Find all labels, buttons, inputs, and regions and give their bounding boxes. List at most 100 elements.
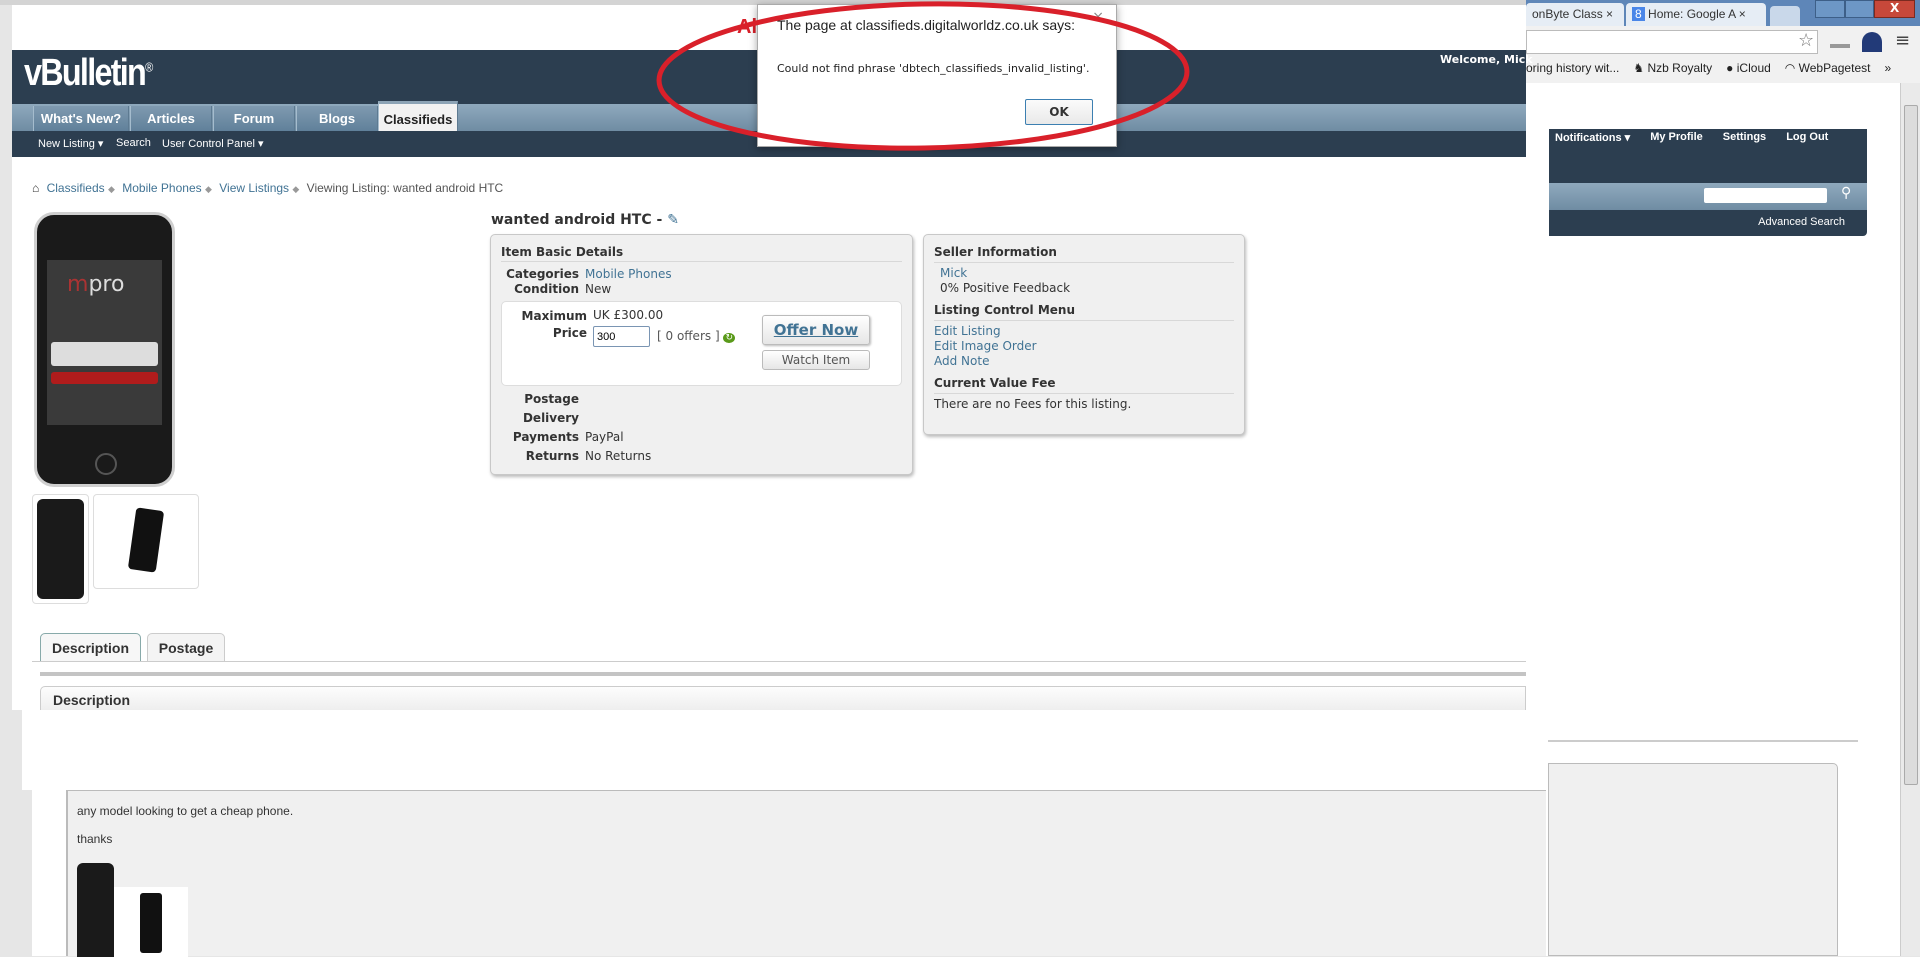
tab-forum[interactable]: Forum: [213, 106, 295, 131]
breadcrumb-separator-icon: ◆: [107, 184, 115, 194]
more-bookmarks[interactable]: »: [1884, 61, 1891, 75]
breadcrumb-current: Viewing Listing: wanted android HTC: [306, 181, 504, 195]
vbulletin-logo[interactable]: vBulletin®: [24, 52, 153, 95]
restore-button[interactable]: [1844, 0, 1875, 18]
listing-main-image[interactable]: mpro: [34, 212, 175, 487]
user-links: Notifications ▾ My Profile Settings Log …: [1555, 131, 1828, 144]
welcome-label: Welcome,: [1440, 53, 1501, 66]
dialog-close-icon[interactable]: ×: [1092, 9, 1104, 25]
add-note-link[interactable]: Add Note: [934, 354, 989, 368]
welcome-username[interactable]: Mick: [1504, 53, 1533, 66]
page-band: [22, 710, 1526, 790]
condition-value: New: [585, 282, 612, 296]
new-tab-button[interactable]: [1770, 6, 1800, 26]
description-image[interactable]: [77, 863, 114, 957]
address-bar[interactable]: [1526, 30, 1818, 54]
divider: [40, 672, 1526, 676]
site-header-right: Notifications ▾ My Profile Settings Log …: [1549, 129, 1867, 236]
star-icon[interactable]: ☆: [1798, 30, 1814, 51]
alert-dialog: The page at classifieds.digitalworldz.co…: [757, 4, 1117, 147]
tab-title: onByte Class: [1532, 7, 1603, 21]
logout-link[interactable]: Log Out: [1786, 131, 1828, 144]
overlay-text: Al: [737, 16, 757, 38]
breadcrumb-mobile-phones[interactable]: Mobile Phones: [122, 181, 201, 195]
close-window-button[interactable]: X: [1874, 0, 1915, 18]
dialog-message: Could not find phrase 'dbtech_classified…: [777, 62, 1090, 75]
tab-classifieds[interactable]: Classifieds: [378, 101, 458, 131]
bookmark[interactable]: ◠ WebPagetest: [1785, 61, 1871, 75]
dialog-title: The page at classifieds.digitalworldz.co…: [777, 17, 1076, 33]
seller-feedback: 0% Positive Feedback: [940, 281, 1071, 295]
offer-amount-input[interactable]: [593, 326, 650, 347]
my-profile-link[interactable]: My Profile: [1650, 131, 1703, 144]
bookmark[interactable]: oring history wit...: [1526, 61, 1619, 75]
scrollbar[interactable]: [1900, 83, 1920, 956]
welcome-text: Welcome, Mick: [1440, 53, 1533, 66]
refresh-icon[interactable]: ↻: [723, 333, 735, 343]
user-control-panel-menu[interactable]: User Control Panel ▾: [162, 137, 264, 150]
bookmark[interactable]: ♞ Nzb Royalty: [1633, 61, 1712, 75]
image-thumbnail[interactable]: [32, 494, 89, 604]
payments-value: PayPal: [585, 430, 624, 444]
tab-postage[interactable]: Postage: [147, 633, 225, 661]
logo-mark: ®: [145, 59, 153, 75]
edit-listing-link[interactable]: Edit Listing: [934, 324, 1001, 338]
home-icon[interactable]: ⌂: [32, 181, 39, 195]
speedometer-icon[interactable]: [1862, 32, 1882, 52]
extension-icon[interactable]: [1830, 34, 1850, 48]
new-listing-menu[interactable]: New Listing ▾: [38, 137, 103, 150]
breadcrumb-view-listings[interactable]: View Listings: [219, 181, 289, 195]
bookmark[interactable]: ● iCloud: [1726, 61, 1771, 75]
browser-tab[interactable]: onByte Class ×: [1526, 3, 1624, 26]
tab-whats-new[interactable]: What's New?: [33, 106, 129, 131]
offers-count[interactable]: [ 0 offers ] ↻: [657, 329, 735, 343]
apple-icon: ●: [1726, 61, 1734, 75]
price-label: Maximum Price: [521, 309, 587, 340]
breadcrumb-separator-icon: ◆: [204, 184, 212, 194]
divider: [1548, 740, 1858, 742]
tab-blogs[interactable]: Blogs: [296, 106, 378, 131]
menu-icon[interactable]: ≡: [1895, 30, 1910, 51]
phone-thumbnail-image: [37, 499, 84, 599]
logo-text: vBulletin: [24, 52, 147, 94]
bookmark-label: Nzb Royalty: [1647, 61, 1713, 75]
listing-title-text: wanted android HTC -: [491, 212, 663, 228]
bookmarks-bar: oring history wit... ♞ Nzb Royalty ● iCl…: [1526, 61, 1891, 75]
description-line: any model looking to get a cheap phone.: [77, 804, 294, 818]
window-controls: X: [1815, 0, 1915, 18]
search-input[interactable]: [1704, 188, 1827, 203]
gauge-icon: ◠: [1784, 61, 1796, 75]
image-thumbnail[interactable]: [93, 494, 199, 589]
seller-information: Seller Information Mick 0% Positive Feed…: [923, 234, 1245, 435]
item-basic-details-heading: Item Basic Details: [501, 245, 902, 262]
edit-image-order-link[interactable]: Edit Image Order: [934, 339, 1037, 353]
tab-description[interactable]: Description: [40, 633, 141, 661]
description-body: any model looking to get a cheap phone. …: [66, 790, 1546, 957]
tab-articles[interactable]: Articles: [130, 106, 212, 131]
offer-now-button[interactable]: Offer Now: [762, 315, 870, 345]
breadcrumb-classifieds[interactable]: Classifieds: [47, 181, 105, 195]
description-heading: Description: [40, 686, 1526, 710]
horse-icon: ♞: [1633, 61, 1645, 75]
advanced-search-link[interactable]: Advanced Search: [1758, 216, 1845, 228]
bookmark-label: WebPagetest: [1798, 61, 1871, 75]
search-link[interactable]: Search: [116, 137, 151, 149]
notifications-link[interactable]: Notifications ▾: [1555, 131, 1630, 144]
minimize-button[interactable]: [1815, 0, 1845, 18]
login-form: [51, 342, 158, 366]
edit-pencil-icon[interactable]: ✎: [667, 212, 679, 228]
current-value-fee-heading: Current Value Fee: [934, 376, 1234, 394]
dialog-ok-button[interactable]: OK: [1025, 99, 1093, 125]
seller-name-link[interactable]: Mick: [940, 266, 967, 280]
breadcrumb: ⌂ Classifieds ◆ Mobile Phones ◆ View Lis…: [32, 181, 507, 195]
settings-link[interactable]: Settings: [1723, 131, 1766, 144]
scrollbar-thumb[interactable]: [1904, 105, 1918, 785]
phone-screen: mpro: [47, 260, 162, 425]
payments-label: Payments: [512, 430, 579, 444]
login-bar: [51, 372, 158, 384]
browser-tab[interactable]: 8 Home: Google A ×: [1626, 3, 1766, 26]
phone-image: [140, 893, 162, 953]
search-icon[interactable]: ⚲: [1841, 185, 1851, 201]
watch-item-button[interactable]: Watch Item: [762, 350, 870, 370]
description-image[interactable]: [114, 887, 188, 957]
